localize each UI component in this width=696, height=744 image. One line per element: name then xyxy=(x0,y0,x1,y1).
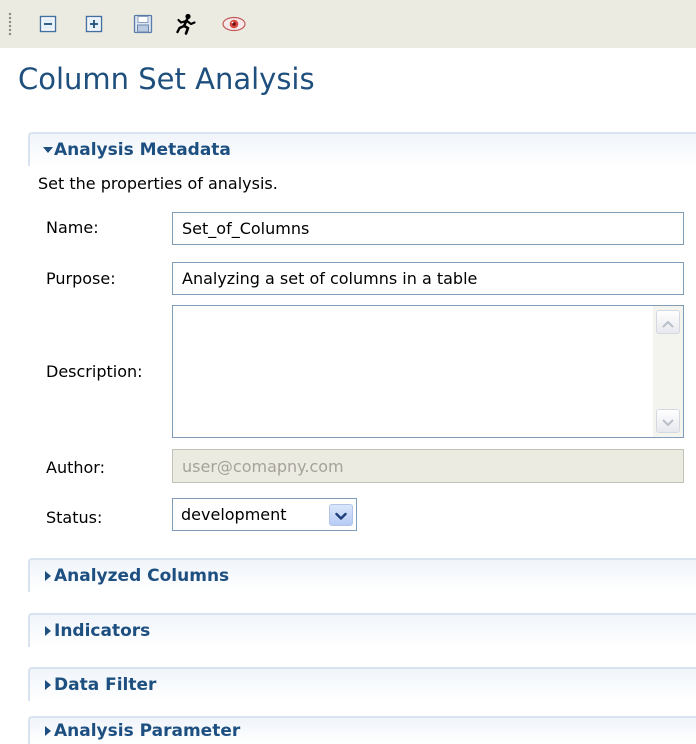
section-data-filter[interactable]: Data Filter xyxy=(28,667,696,701)
description-label: Description: xyxy=(46,362,143,381)
section-title: Analysis Parameter xyxy=(54,721,241,741)
section-analysis-parameter[interactable]: Analysis Parameter xyxy=(28,716,696,744)
section-analyzed-columns[interactable]: Analyzed Columns xyxy=(28,558,696,592)
section-description: Set the properties of analysis. xyxy=(38,174,278,193)
name-label: Name: xyxy=(46,218,99,237)
scroll-down-button[interactable] xyxy=(656,409,680,433)
name-value: Set_of_Columns xyxy=(182,219,310,238)
save-icon xyxy=(133,14,153,34)
expand-all-button[interactable] xyxy=(82,12,106,36)
purpose-value: Analyzing a set of columns in a table xyxy=(182,269,478,288)
description-scrollbar[interactable] xyxy=(653,306,683,437)
author-value: user@comapny.com xyxy=(182,456,344,476)
purpose-field[interactable]: Analyzing a set of columns in a table xyxy=(172,262,684,295)
chevron-down-icon xyxy=(662,412,674,431)
section-analysis-metadata[interactable]: Analysis Metadata xyxy=(28,132,696,166)
expanded-arrow-icon xyxy=(30,144,54,156)
save-button[interactable] xyxy=(131,12,155,36)
collapsed-arrow-icon xyxy=(30,625,54,637)
purpose-label: Purpose: xyxy=(46,269,116,288)
status-value: development xyxy=(181,505,287,524)
chevron-up-icon xyxy=(662,313,674,332)
collapsed-arrow-icon xyxy=(30,679,54,691)
section-title: Analysis Metadata xyxy=(54,140,231,160)
run-icon xyxy=(175,13,197,35)
section-title: Data Filter xyxy=(54,675,157,695)
eye-icon xyxy=(222,16,246,32)
name-field[interactable]: Set_of_Columns xyxy=(172,212,684,245)
status-select[interactable]: development xyxy=(172,498,357,531)
collapse-all-icon xyxy=(39,15,57,33)
author-field: user@comapny.com xyxy=(172,449,684,483)
toolbar-grip[interactable] xyxy=(8,12,12,36)
toolbar xyxy=(0,0,696,48)
expand-all-icon xyxy=(85,15,103,33)
description-textarea[interactable] xyxy=(172,305,684,438)
author-label: Author: xyxy=(46,458,105,477)
page-title: Column Set Analysis xyxy=(18,62,315,96)
chevron-down-icon xyxy=(335,506,347,525)
section-title: Analyzed Columns xyxy=(54,566,230,586)
run-button[interactable] xyxy=(174,12,198,36)
section-indicators[interactable]: Indicators xyxy=(28,613,696,647)
section-title: Indicators xyxy=(54,621,151,641)
collapsed-arrow-icon xyxy=(30,570,54,582)
scroll-up-button[interactable] xyxy=(656,310,680,334)
view-button[interactable] xyxy=(222,12,246,36)
collapsed-arrow-icon xyxy=(30,725,54,737)
status-dropdown-button[interactable] xyxy=(329,504,353,526)
status-label: Status: xyxy=(46,508,103,527)
collapse-all-button[interactable] xyxy=(36,12,60,36)
